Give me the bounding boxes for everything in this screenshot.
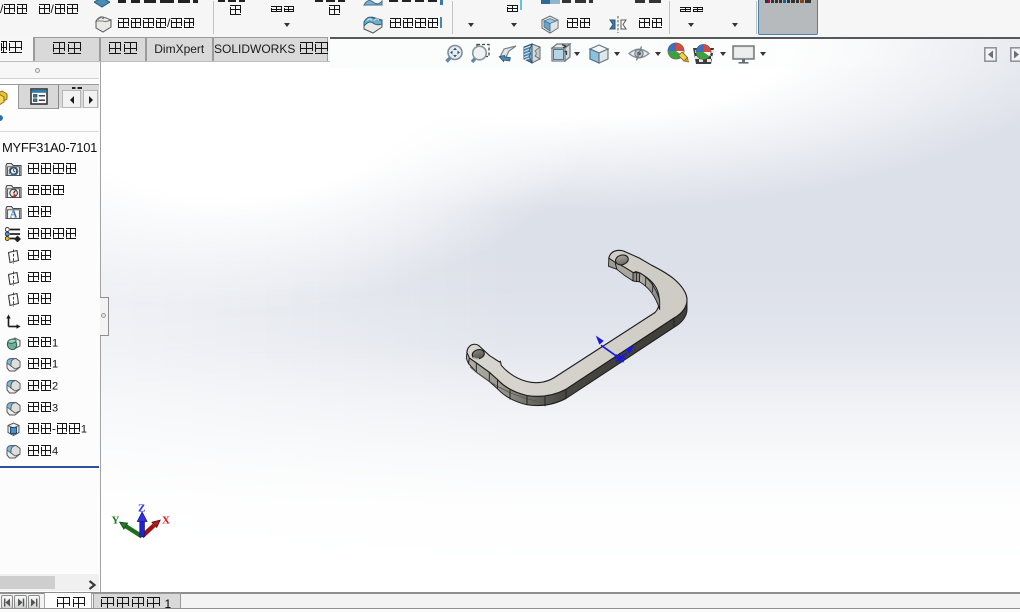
svg-text:A: A [10,210,18,220]
svg-text:Z: Z [138,503,145,515]
svg-text:X: X [162,515,170,527]
svg-text:Y: Y [112,515,120,527]
